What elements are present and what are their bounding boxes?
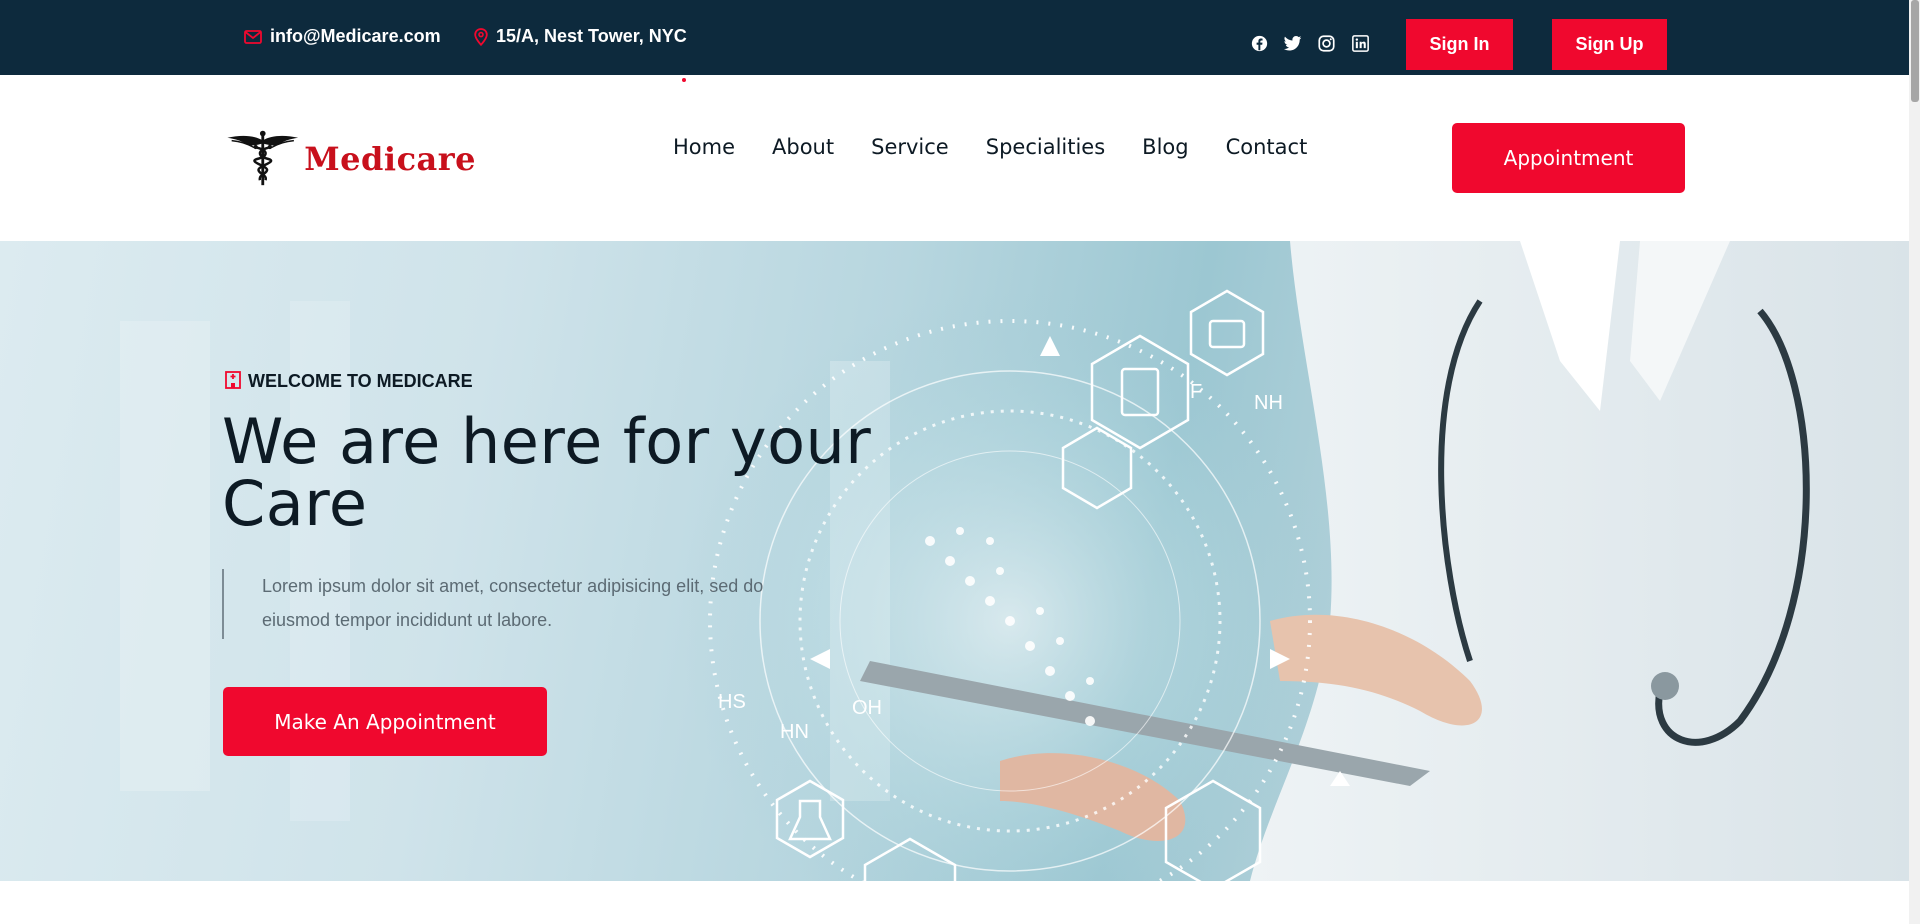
top-bar: info@Medicare.com 15/A, Nest Tower, NYC	[0, 0, 1909, 75]
make-appointment-button[interactable]: Make An Appointment	[223, 687, 547, 756]
hero-section: HS HN OH NH F WELCOME TO MEDICARE We are…	[0, 241, 1909, 881]
appointment-button[interactable]: Appointment	[1452, 123, 1685, 193]
hero-lead-text: Lorem ipsum dolor sit amet, consectetur …	[262, 576, 764, 630]
address-text: 15/A, Nest Tower, NYC	[496, 26, 687, 46]
nav-service[interactable]: Service	[871, 135, 949, 159]
nav-home[interactable]: Home	[673, 135, 735, 159]
caduceus-icon	[227, 130, 299, 186]
hero-lead-block: Lorem ipsum dolor sit amet, consectetur …	[222, 569, 822, 639]
hospital-icon	[224, 369, 242, 394]
email-text: info@Medicare.com	[270, 26, 441, 46]
main-nav: Home About Service Specialities Blog Con…	[673, 135, 1344, 159]
logo[interactable]: Medicare	[226, 119, 476, 199]
page-scrollbar[interactable]	[1909, 0, 1920, 924]
mail-icon	[244, 29, 262, 44]
decorative-dot	[682, 78, 686, 82]
nav-contact[interactable]: Contact	[1226, 135, 1308, 159]
chem-label-hs: HS	[718, 691, 746, 713]
twitter-icon[interactable]	[1283, 33, 1303, 53]
instagram-icon[interactable]	[1316, 33, 1336, 53]
scrollbar-thumb[interactable]	[1911, 0, 1919, 102]
hero-background-image: HS HN OH NH F	[120, 241, 1909, 881]
nav-about[interactable]: About	[772, 135, 834, 159]
chem-label-oh: OH	[852, 697, 882, 719]
chem-label-nh: NH	[1254, 392, 1283, 414]
linkedin-icon[interactable]	[1350, 33, 1370, 53]
welcome-text: WELCOME TO MEDICARE	[248, 371, 473, 391]
location-pin-icon	[474, 27, 488, 46]
logo-text: Medicare	[304, 140, 476, 178]
facebook-icon[interactable]	[1249, 33, 1269, 53]
welcome-eyebrow: WELCOME TO MEDICARE	[224, 369, 473, 394]
email-contact[interactable]: info@Medicare.com	[244, 26, 441, 47]
nav-specialities[interactable]: Specialities	[986, 135, 1105, 159]
chem-label-hn: HN	[780, 721, 809, 743]
hero-headline: We are here for your Care	[222, 405, 872, 540]
nav-blog[interactable]: Blog	[1142, 135, 1188, 159]
chem-label-f: F	[1190, 381, 1202, 403]
sign-in-button[interactable]: Sign In	[1406, 19, 1513, 70]
sign-up-button[interactable]: Sign Up	[1552, 19, 1667, 70]
address-contact: 15/A, Nest Tower, NYC	[474, 26, 687, 47]
site-header: Medicare Home About Service Specialities…	[0, 75, 1909, 241]
